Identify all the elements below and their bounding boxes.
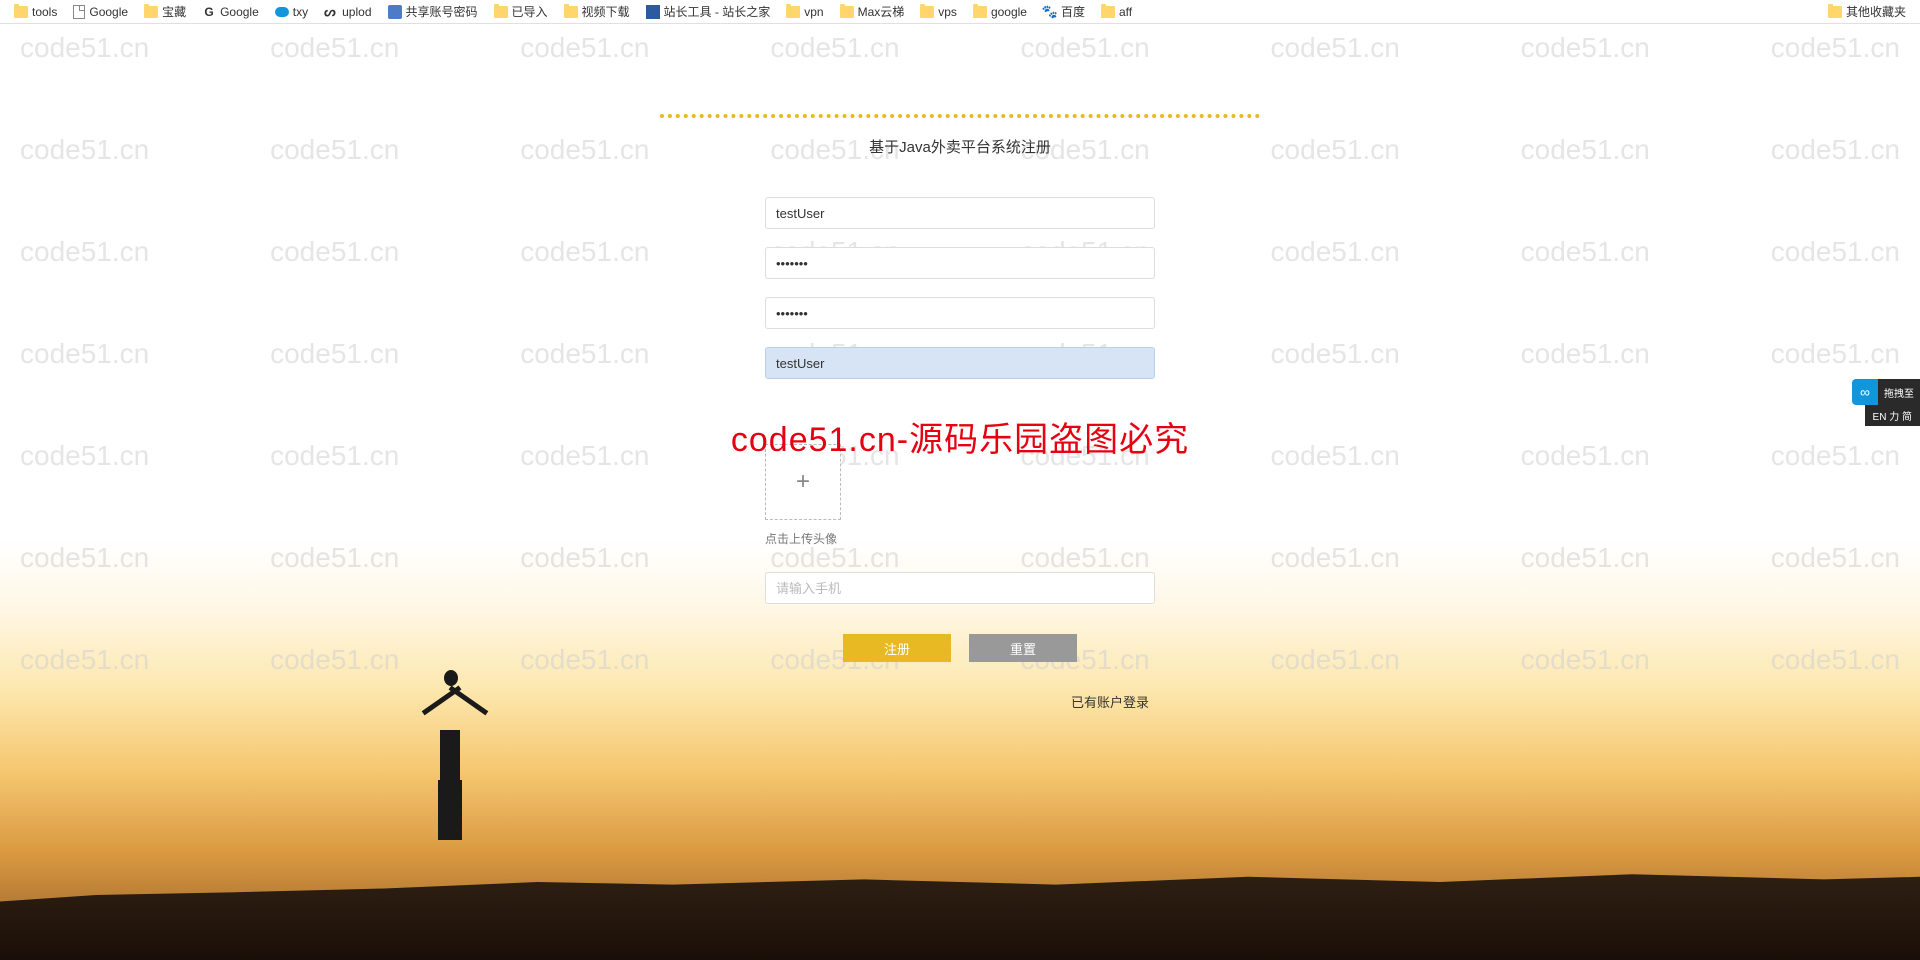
username-input[interactable] [765,197,1155,229]
bookmark-baidu[interactable]: 🐾 百度 [1037,1,1091,22]
bookmark-aff[interactable]: aff [1095,3,1138,21]
bookmark-label: Max云梯 [858,3,905,20]
folder-icon [920,6,934,18]
folder-icon [144,6,158,18]
side-widget[interactable]: ∞ 拖拽至 [1852,379,1920,405]
google-icon: G [202,5,216,19]
cloud-icon [275,7,289,17]
confirm-password-input[interactable] [765,297,1155,329]
phone-input[interactable] [765,572,1155,604]
plus-icon: + [796,468,810,496]
register-button[interactable]: 注册 [843,634,951,662]
link-icon: ∞ [1852,379,1878,405]
app-icon [388,5,402,19]
dotted-divider [660,114,1260,118]
bookmark-label: uplod [342,5,371,19]
folder-icon [973,6,987,18]
bookmark-webmaster-tools[interactable]: 站长工具 - 站长之家 [640,1,777,22]
tool-icon [646,5,660,19]
bookmark-label: tools [32,5,57,19]
bookmark-video-download[interactable]: 视频下载 [558,1,636,22]
bookmark-label: txy [293,5,308,19]
bookmark-label: vpn [804,5,823,19]
registration-form: 基于Java外卖平台系统注册 + 点击上传头像 注册 重置 已有账户登录 [660,24,1260,711]
bookmark-label: 百度 [1061,3,1085,20]
folder-icon [564,6,578,18]
bookmark-google-folder[interactable]: google [967,3,1033,21]
bookmark-treasure[interactable]: 宝藏 [138,1,192,22]
bookmark-uplod[interactable]: ᔕ uplod [318,3,377,21]
bookmark-vps[interactable]: vps [914,3,963,21]
upload-icon: ᔕ [324,5,338,19]
copyright-overlay-text: code51.cn-源码乐园盗图必究 [731,412,1189,461]
bookmark-label: google [991,5,1027,19]
bookmark-label: vps [938,5,957,19]
bookmarks-right: 其他收藏夹 [1822,1,1912,22]
page-icon [73,5,85,19]
bookmark-other-favorites[interactable]: 其他收藏夹 [1822,1,1912,22]
bookmark-label: 视频下载 [582,3,630,20]
folder-icon [786,6,800,18]
drag-label: 拖拽至 [1878,379,1920,405]
bookmark-txy[interactable]: txy [269,3,314,21]
person-silhouette [400,660,500,840]
folder-icon [14,6,28,18]
bookmark-label: Google [89,5,128,19]
folder-icon [1101,6,1115,18]
password-input[interactable] [765,247,1155,279]
bookmarks-left: tools Google 宝藏 G Google txy ᔕ uplod 共享账号密… [8,1,1138,22]
bookmark-label: 站长工具 - 站长之家 [664,3,771,20]
bookmark-shared-accounts[interactable]: 共享账号密码 [382,1,484,22]
folder-icon [494,6,508,18]
folder-icon [1828,6,1842,18]
bookmark-label: 宝藏 [162,3,186,20]
bookmark-imported[interactable]: 已导入 [488,1,554,22]
bookmark-vpn[interactable]: vpn [780,3,829,21]
button-row: 注册 重置 [660,634,1260,662]
mountain-silhouette [0,830,1920,960]
form-title: 基于Java外卖平台系统注册 [660,136,1260,157]
bookmark-label: Google [220,5,259,19]
bookmarks-bar: tools Google 宝藏 G Google txy ᔕ uplod 共享账号密… [0,0,1920,24]
bookmark-google-page[interactable]: Google [67,3,134,21]
folder-icon [840,6,854,18]
bookmark-label: 已导入 [512,3,548,20]
bookmark-label: 其他收藏夹 [1846,3,1906,20]
nickname-input[interactable] [765,347,1155,379]
login-link[interactable]: 已有账户登录 [765,692,1155,711]
upload-label: 点击上传头像 [765,530,1155,547]
reset-button[interactable]: 重置 [969,634,1077,662]
bookmark-label: 共享账号密码 [406,3,478,20]
bookmark-maxcloud[interactable]: Max云梯 [834,1,911,22]
language-indicator[interactable]: EN 力 简 [1865,405,1920,426]
bookmark-label: aff [1119,5,1132,19]
bookmark-google[interactable]: G Google [196,3,265,21]
bookmark-tools[interactable]: tools [8,3,63,21]
page-content: code51.cncode51.cncode51.cncode51.cncode… [0,24,1920,960]
baidu-icon: 🐾 [1043,5,1057,19]
